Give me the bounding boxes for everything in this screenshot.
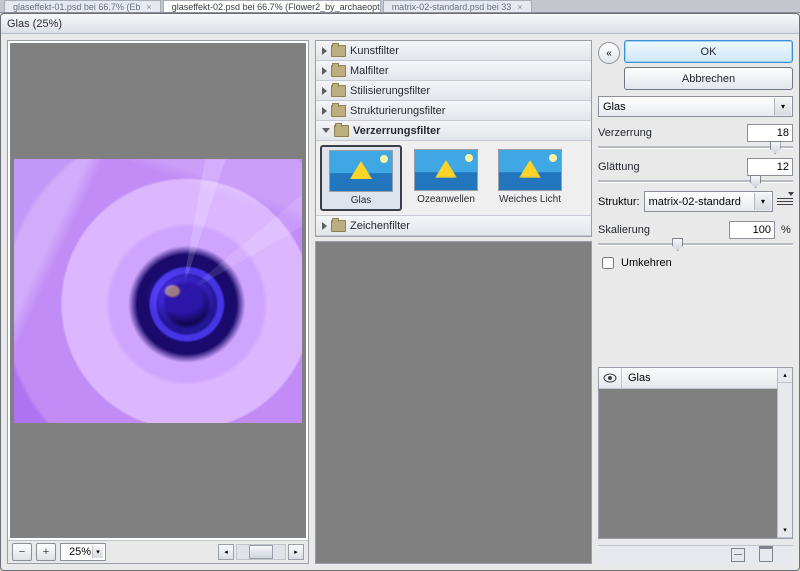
distortion-input[interactable]: 18 [747, 124, 793, 142]
delete-layer-button[interactable] [759, 548, 773, 562]
invert-input[interactable] [602, 257, 614, 269]
invert-checkbox[interactable]: Umkehren [598, 254, 793, 272]
category-strukturierungsfilter[interactable]: Strukturierungsfilter [316, 101, 591, 121]
texture-select[interactable]: matrix-02-standard ▾ [644, 191, 773, 212]
layers-vscroll[interactable]: ▴ ▾ [777, 368, 792, 538]
chevron-down-icon[interactable]: ▾ [92, 546, 103, 558]
scroll-up-icon[interactable]: ▴ [778, 368, 792, 383]
chevron-down-icon[interactable]: ▾ [754, 193, 771, 210]
scroll-thumb[interactable] [249, 545, 273, 559]
smoothing-label: Glättung [598, 161, 741, 173]
preview-hscroll[interactable]: ◂ ▸ [110, 544, 304, 560]
dialog-titlebar: Glas (25%) [1, 14, 799, 34]
thumb-ozeanwellen[interactable]: Ozeanwellen [406, 145, 486, 211]
filter-categories: Kunstfilter Malfilter Stilisierungsfilte… [315, 40, 592, 564]
thumb-weiches-licht[interactable]: Weiches Licht [490, 145, 570, 211]
document-tabs: glaseffekt-01.psd bei 66.7% (Eb× glaseff… [0, 0, 800, 13]
invert-label: Umkehren [621, 257, 672, 269]
triangle-right-icon [322, 107, 327, 115]
collapse-button[interactable]: « [598, 42, 620, 64]
texture-menu-button[interactable] [777, 195, 793, 209]
folder-icon [331, 105, 346, 117]
doc-tab[interactable]: matrix-02-standard.psd bei 33× [383, 0, 532, 12]
preview-toolbar: − + 25% ▾ ◂ ▸ [8, 540, 308, 563]
triangle-down-icon [322, 128, 330, 133]
cancel-button[interactable]: Abbrechen [624, 67, 793, 90]
distortion-slider[interactable] [598, 143, 793, 151]
slider-handle[interactable] [672, 238, 683, 251]
category-malfilter[interactable]: Malfilter [316, 61, 591, 81]
doc-tab[interactable]: glaseffekt-01.psd bei 66.7% (Eb× [4, 0, 161, 12]
folder-icon [331, 85, 346, 97]
texture-label: Struktur: [598, 196, 640, 208]
zoom-in-button[interactable]: + [36, 543, 56, 561]
distortion-label: Verzerrung [598, 127, 741, 139]
category-zeichenfilter[interactable]: Zeichenfilter [316, 216, 591, 236]
layer-name: Glas [622, 372, 651, 384]
triangle-right-icon [322, 222, 327, 230]
scaling-label: Skalierung [598, 224, 723, 236]
eye-icon [603, 373, 617, 383]
folder-icon [334, 125, 349, 137]
folder-icon [331, 65, 346, 77]
triangle-right-icon [322, 67, 327, 75]
chevron-down-icon[interactable]: ▾ [774, 98, 791, 115]
new-layer-button[interactable] [731, 548, 745, 562]
ok-button[interactable]: OK [624, 40, 793, 63]
smoothing-slider[interactable] [598, 177, 793, 185]
slider-handle[interactable] [750, 175, 761, 188]
dialog-title: Glas (25%) [7, 18, 62, 30]
thumb-glas[interactable]: Glas [320, 145, 402, 211]
filter-thumbnails: Glas Ozeanwellen Weiches Licht [316, 141, 591, 216]
filter-gallery-dialog: Glas (25%) − + 25% ▾ ◂ ▸ [0, 13, 800, 571]
zoom-combo[interactable]: 25% ▾ [60, 543, 106, 561]
scaling-input[interactable]: 100 [729, 221, 775, 239]
percent-label: % [781, 224, 793, 236]
scaling-slider[interactable] [598, 240, 793, 248]
category-verzerrungsfilter[interactable]: Verzerrungsfilter [316, 121, 591, 141]
scroll-down-icon[interactable]: ▾ [778, 523, 792, 538]
visibility-toggle[interactable] [599, 368, 622, 388]
scroll-left-icon[interactable]: ◂ [218, 544, 234, 560]
zoom-value: 25% [69, 546, 91, 558]
close-icon[interactable]: × [517, 2, 522, 12]
scroll-right-icon[interactable]: ▸ [288, 544, 304, 560]
layers-empty [599, 389, 777, 538]
triangle-right-icon [322, 47, 327, 55]
effect-layers: Glas ▴ ▾ [598, 367, 793, 539]
effect-layer-row[interactable]: Glas [599, 368, 777, 389]
category-kunstfilter[interactable]: Kunstfilter [316, 41, 591, 61]
layers-footer [598, 545, 793, 564]
doc-tab[interactable]: glaseffekt-02.psd bei 66.7% (Flower2_by_… [163, 0, 381, 12]
smoothing-input[interactable]: 12 [747, 158, 793, 176]
category-stilisierungsfilter[interactable]: Stilisierungsfilter [316, 81, 591, 101]
preview-canvas[interactable] [10, 43, 306, 538]
folder-icon [331, 45, 346, 57]
zoom-out-button[interactable]: − [12, 543, 32, 561]
center-fill [315, 241, 592, 564]
close-icon[interactable]: × [146, 2, 151, 12]
slider-handle[interactable] [770, 141, 781, 154]
preview-pane: − + 25% ▾ ◂ ▸ [7, 40, 309, 564]
settings-panel: « OK Abbrechen Glas ▾ Verzerrung 18 Glät… [598, 40, 793, 564]
thumbnail-image [414, 149, 478, 191]
thumbnail-image [498, 149, 562, 191]
preview-image [14, 159, 302, 423]
scroll-track[interactable] [236, 544, 286, 560]
triangle-right-icon [322, 87, 327, 95]
filter-select-value: Glas [603, 101, 626, 113]
folder-icon [331, 220, 346, 232]
texture-value: matrix-02-standard [649, 196, 741, 208]
thumbnail-image [329, 150, 393, 192]
filter-select[interactable]: Glas ▾ [598, 96, 793, 117]
